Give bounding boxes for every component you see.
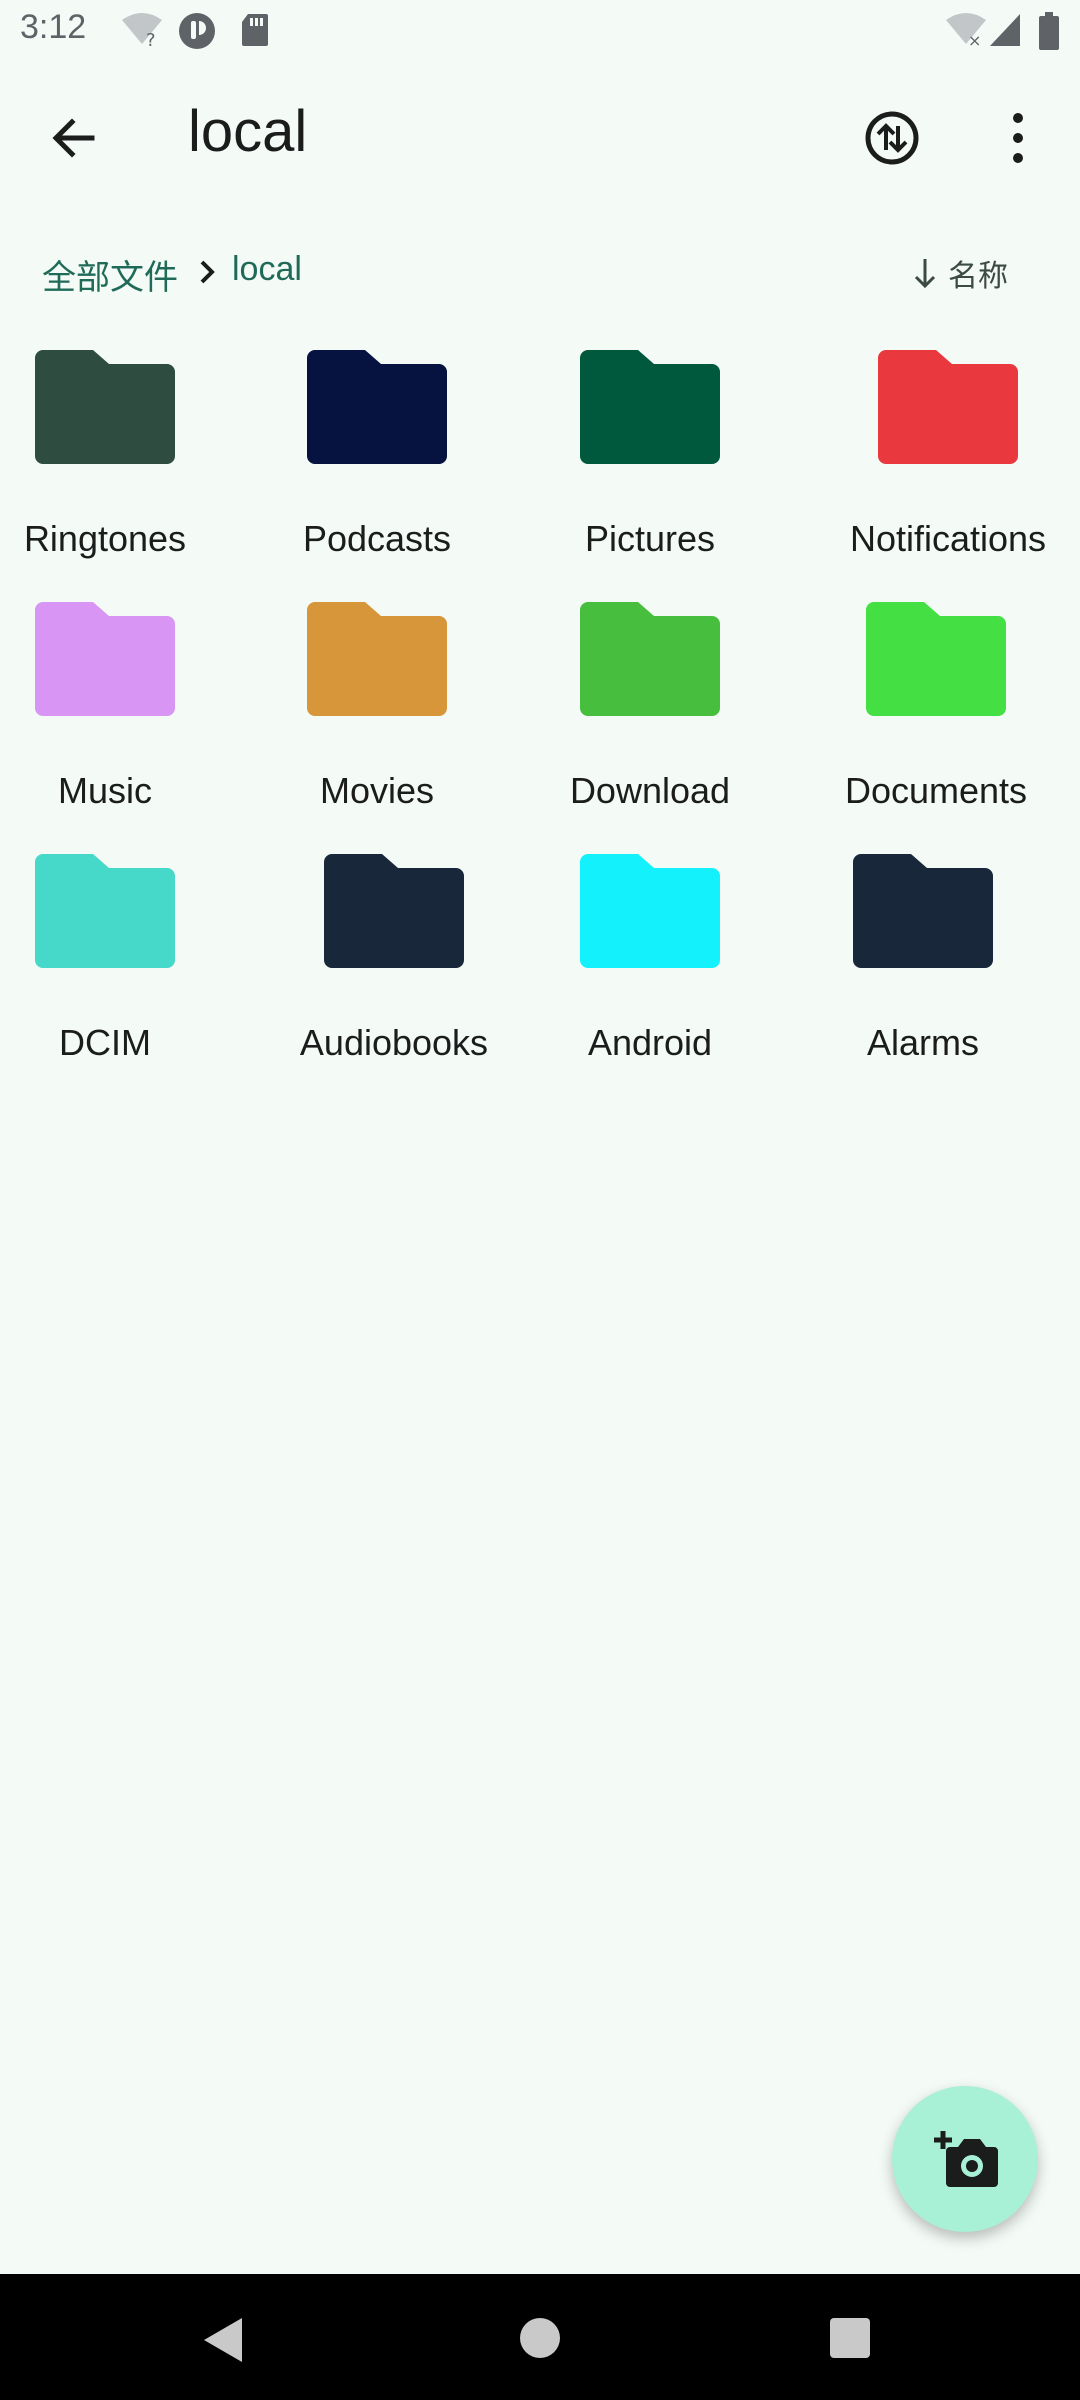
folder-icon [324, 854, 464, 968]
folder-icon [35, 854, 175, 968]
folder-label: Ringtones [23, 518, 187, 559]
folder-label: DCIM [59, 1022, 151, 1063]
breadcrumb: 全部文件 local 名称 [0, 232, 1080, 312]
folder-label: Podcasts [302, 518, 452, 559]
breadcrumb-current[interactable]: local [232, 250, 302, 289]
folder-icon [35, 350, 175, 464]
folder-icon [307, 350, 447, 464]
folder-icon [35, 602, 175, 716]
nav-recents-icon[interactable] [830, 2318, 870, 2358]
folder-item-ringtones[interactable]: Ringtones [0, 350, 270, 602]
folder-label: Download [569, 770, 731, 811]
folder-label: Movies [319, 770, 435, 811]
folder-label: Music [57, 770, 152, 811]
wifi-question-icon: ? [122, 13, 162, 48]
sd-card-icon [242, 14, 268, 46]
folder-icon [580, 350, 720, 464]
nav-back-icon[interactable] [202, 2316, 246, 2364]
folder-icon [853, 854, 993, 968]
folder-item-alarms[interactable]: Alarms [810, 854, 1080, 1106]
folder-icon [580, 854, 720, 968]
folder-label: Notifications [849, 518, 1047, 559]
sort-label: 名称 [948, 259, 1008, 294]
folder-label: Alarms [866, 1022, 979, 1063]
swap-vertical-circle-icon[interactable] [858, 104, 926, 172]
folder-item-android[interactable]: Android [540, 854, 810, 1106]
battery-icon [1039, 12, 1059, 50]
folder-item-notifications[interactable]: Notifications [810, 350, 1080, 602]
breadcrumb-root[interactable]: 全部文件 [42, 250, 178, 299]
sort-button[interactable]: 名称 [910, 248, 1008, 298]
chevron-right-icon [200, 260, 215, 284]
clock-badge-icon [179, 13, 215, 49]
folder-item-pictures[interactable]: Pictures [540, 350, 810, 602]
folder-item-documents[interactable]: Documents [810, 602, 1080, 854]
app-bar: local [0, 64, 1080, 208]
svg-text:×: × [968, 31, 981, 48]
folder-icon [866, 602, 1006, 716]
folder-item-music[interactable]: Music [0, 602, 270, 854]
folder-item-download[interactable]: Download [540, 602, 810, 854]
folder-item-dcim[interactable]: DCIM [0, 854, 270, 1106]
folder-icon [878, 350, 1018, 464]
folder-label: Documents [844, 770, 1028, 811]
folder-item-audiobooks[interactable]: Audiobooks [270, 854, 540, 1106]
cell-signal-icon [990, 14, 1020, 46]
folder-label: Audiobooks [299, 1022, 489, 1063]
more-vert-icon[interactable] [984, 104, 1052, 172]
wifi-off-icon: × [946, 13, 986, 48]
status-bar: 3:12 ? × [0, 0, 1080, 64]
status-time: 3:12 [20, 8, 87, 46]
folder-label: Pictures [584, 518, 716, 559]
folder-icon [307, 602, 447, 716]
system-nav-bar [0, 2274, 1080, 2400]
add-photo-fab[interactable] [892, 2086, 1038, 2232]
arrow-back-icon[interactable] [40, 104, 108, 172]
nav-home-icon[interactable] [520, 2318, 560, 2358]
svg-text:?: ? [146, 30, 156, 48]
folder-item-podcasts[interactable]: Podcasts [270, 350, 540, 602]
arrow-down-icon [914, 259, 936, 289]
folder-item-movies[interactable]: Movies [270, 602, 540, 854]
add-a-photo-icon [934, 2131, 998, 2187]
page-title: local [188, 99, 308, 164]
folder-icon [580, 602, 720, 716]
folder-label: Android [587, 1022, 713, 1063]
